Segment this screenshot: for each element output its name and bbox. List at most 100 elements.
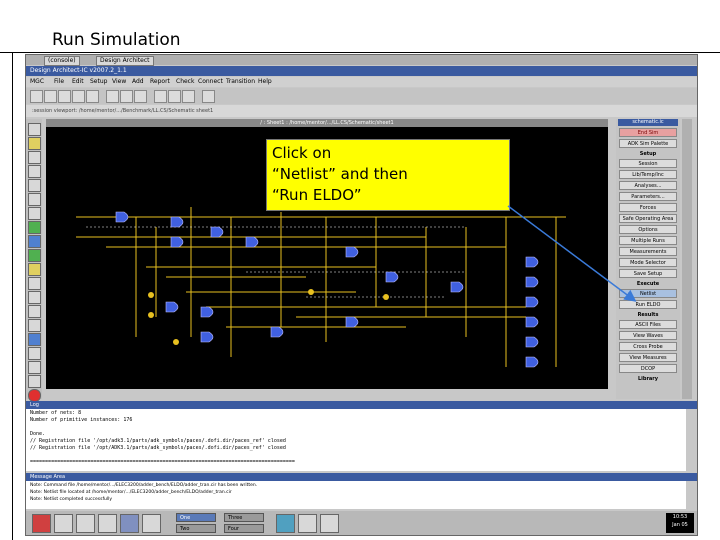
toolbar-zoom-in-icon[interactable] bbox=[106, 90, 119, 103]
palette-header: schematic.ic bbox=[618, 119, 678, 126]
palette-port-icon[interactable] bbox=[28, 151, 41, 164]
adk-sim-palette-button[interactable]: ADK Sim Palette bbox=[619, 139, 677, 148]
log-window: Number of nets: 8 Number of primitive in… bbox=[26, 409, 686, 471]
analyses-button[interactable]: Analyses... bbox=[619, 181, 677, 190]
message-line: Note: Command file /home/mentor/.../ELEC… bbox=[30, 483, 258, 488]
menu-transition[interactable]: Transition bbox=[226, 77, 255, 87]
menu-view[interactable]: View bbox=[112, 77, 126, 87]
menu-setup[interactable]: Setup bbox=[90, 77, 107, 87]
toolbar bbox=[26, 88, 697, 104]
multiple-runs-button[interactable]: Multiple Runs bbox=[619, 236, 677, 245]
palette-run-icon[interactable] bbox=[28, 221, 41, 234]
options-button[interactable]: Options bbox=[619, 225, 677, 234]
menu-report[interactable]: Report bbox=[150, 77, 170, 87]
mail-icon[interactable] bbox=[298, 514, 317, 533]
palette-group-icon[interactable] bbox=[28, 361, 41, 374]
toolbar-print-icon[interactable] bbox=[58, 90, 71, 103]
left-palette bbox=[26, 119, 42, 402]
view-measures-button[interactable]: View Measures bbox=[619, 353, 677, 362]
palette-move-icon[interactable] bbox=[28, 277, 41, 290]
toolbar-select-icon[interactable] bbox=[154, 90, 167, 103]
clock: 10:53 Jan 05 bbox=[666, 513, 694, 533]
parameters-button[interactable]: Parameters... bbox=[619, 192, 677, 201]
editor-icon[interactable] bbox=[76, 514, 95, 533]
workspace-two[interactable]: Two bbox=[176, 524, 216, 533]
palette-scrollbar[interactable] bbox=[682, 119, 692, 399]
palette-section-results: Results bbox=[637, 312, 659, 318]
menu-check[interactable]: Check bbox=[176, 77, 194, 87]
palette-info-icon[interactable] bbox=[28, 235, 41, 248]
palette-instance-icon[interactable] bbox=[28, 179, 41, 192]
workspace-three[interactable]: Three bbox=[224, 513, 264, 522]
menu-bar: MGC File Edit Setup View Add Report Chec… bbox=[26, 77, 697, 87]
network-icon[interactable] bbox=[276, 514, 295, 533]
callout-line-3: “Run ELDO” bbox=[272, 186, 362, 204]
log-title-bar: Log bbox=[26, 401, 697, 409]
taskbar-tab-console[interactable]: (console) bbox=[44, 56, 80, 66]
toolbar-fit-icon[interactable] bbox=[134, 90, 147, 103]
browser-icon[interactable] bbox=[120, 514, 139, 533]
toolbar-bus-icon[interactable] bbox=[182, 90, 195, 103]
slide-rule-left bbox=[0, 52, 12, 53]
run-eldo-button[interactable]: Run ELDO bbox=[619, 300, 677, 309]
cross-probe-button[interactable]: Cross Probe bbox=[619, 342, 677, 351]
calendar-icon[interactable] bbox=[320, 514, 339, 533]
top-taskbar: (console) Design Architect bbox=[26, 55, 697, 66]
dcop-button[interactable]: DCOP bbox=[619, 364, 677, 373]
workspace-four[interactable]: Four bbox=[224, 524, 264, 533]
toolbar-wire-icon[interactable] bbox=[168, 90, 181, 103]
log-line: // Registration file '/opt/ADK3.1/parts/… bbox=[30, 445, 286, 451]
start-menu-icon[interactable] bbox=[32, 514, 51, 533]
palette-net-icon[interactable] bbox=[28, 207, 41, 220]
palette-flip-icon[interactable] bbox=[28, 319, 41, 332]
ascii-files-button[interactable]: ASCII Files bbox=[619, 320, 677, 329]
palette-text-icon[interactable] bbox=[28, 193, 41, 206]
log-line: Done. bbox=[30, 431, 46, 437]
message-area: Note: Command file /home/mentor/.../ELEC… bbox=[26, 481, 686, 509]
design-architect-window: (console) Design Architect Design Archit… bbox=[25, 54, 698, 536]
palette-arrow-icon[interactable] bbox=[28, 249, 41, 262]
toolbar-redo-icon[interactable] bbox=[86, 90, 99, 103]
palette-zoom-icon[interactable] bbox=[28, 375, 41, 388]
schematic-title-bar: / : Sheet1 : /home/mentor/.../LL.CS/Sche… bbox=[46, 119, 608, 127]
end-sim-button[interactable]: End Sim bbox=[619, 128, 677, 137]
menu-connect[interactable]: Connect bbox=[198, 77, 223, 87]
menu-edit[interactable]: Edit bbox=[72, 77, 84, 87]
taskbar-tab-design-architect[interactable]: Design Architect bbox=[96, 56, 154, 66]
measurements-button[interactable]: Measurements bbox=[619, 247, 677, 256]
slide-rule-top bbox=[12, 52, 720, 53]
toolbar-check-icon[interactable] bbox=[202, 90, 215, 103]
forces-button[interactable]: Forces bbox=[619, 203, 677, 212]
palette-select-icon[interactable] bbox=[28, 123, 41, 136]
save-setup-button[interactable]: Save Setup bbox=[619, 269, 677, 278]
terminal-icon[interactable] bbox=[98, 514, 117, 533]
slide-title: Run Simulation bbox=[52, 30, 181, 50]
view-waves-button[interactable]: View Waves bbox=[619, 331, 677, 340]
message-line: Note: Netlist completed successfully bbox=[30, 497, 113, 502]
safe-operating-area-button[interactable]: Safe Operating Area bbox=[619, 214, 677, 223]
netlist-button[interactable]: Netlist bbox=[619, 289, 677, 298]
toolbar-zoom-out-icon[interactable] bbox=[120, 90, 133, 103]
menu-mgc[interactable]: MGC bbox=[30, 77, 44, 87]
session-button[interactable]: Session bbox=[619, 159, 677, 168]
toolbar-save-icon[interactable] bbox=[44, 90, 57, 103]
toolbar-open-icon[interactable] bbox=[30, 90, 43, 103]
palette-copy-icon[interactable] bbox=[28, 291, 41, 304]
palette-hier-icon[interactable] bbox=[28, 333, 41, 346]
workspace-one[interactable]: One bbox=[176, 513, 216, 522]
help-icon[interactable] bbox=[142, 514, 161, 533]
file-manager-icon[interactable] bbox=[54, 514, 73, 533]
palette-property-icon[interactable] bbox=[28, 263, 41, 276]
log-line: ========================================… bbox=[30, 459, 295, 465]
menu-add[interactable]: Add bbox=[132, 77, 144, 87]
palette-rotate-icon[interactable] bbox=[28, 305, 41, 318]
mode-selector-button[interactable]: Mode Selector bbox=[619, 258, 677, 267]
palette-section-execute: Execute bbox=[636, 281, 660, 287]
menu-file[interactable]: File bbox=[54, 77, 64, 87]
menu-help[interactable]: Help bbox=[258, 77, 272, 87]
palette-wire-icon[interactable] bbox=[28, 137, 41, 150]
lib-temp-inc-button[interactable]: Lib/Temp/Inc bbox=[619, 170, 677, 179]
toolbar-undo-icon[interactable] bbox=[72, 90, 85, 103]
palette-pin-icon[interactable] bbox=[28, 165, 41, 178]
palette-delete-icon[interactable] bbox=[28, 347, 41, 360]
